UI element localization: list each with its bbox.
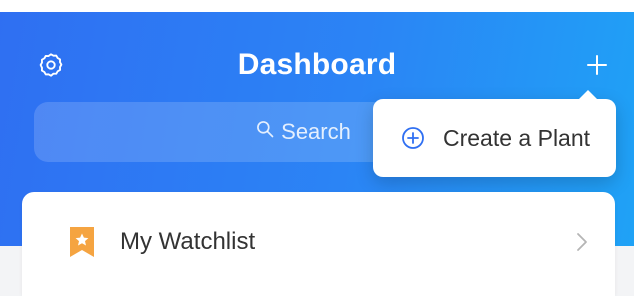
watchlist-label: My Watchlist xyxy=(120,228,256,255)
search-icon xyxy=(255,119,275,145)
plus-circle-icon xyxy=(401,126,425,150)
add-button[interactable] xyxy=(580,50,614,84)
create-plant-menu-item[interactable]: Create a Plant xyxy=(373,90,616,177)
top-strip xyxy=(0,0,634,12)
plus-icon xyxy=(585,53,609,82)
popup-arrow xyxy=(578,90,598,100)
chevron-right-icon xyxy=(575,230,589,254)
create-plant-label: Create a Plant xyxy=(443,124,591,151)
star-bookmark-icon xyxy=(68,225,96,259)
page-title: Dashboard xyxy=(237,48,397,81)
watchlist-item[interactable]: My Watchlist xyxy=(22,192,615,296)
search-placeholder: Search xyxy=(281,119,351,144)
